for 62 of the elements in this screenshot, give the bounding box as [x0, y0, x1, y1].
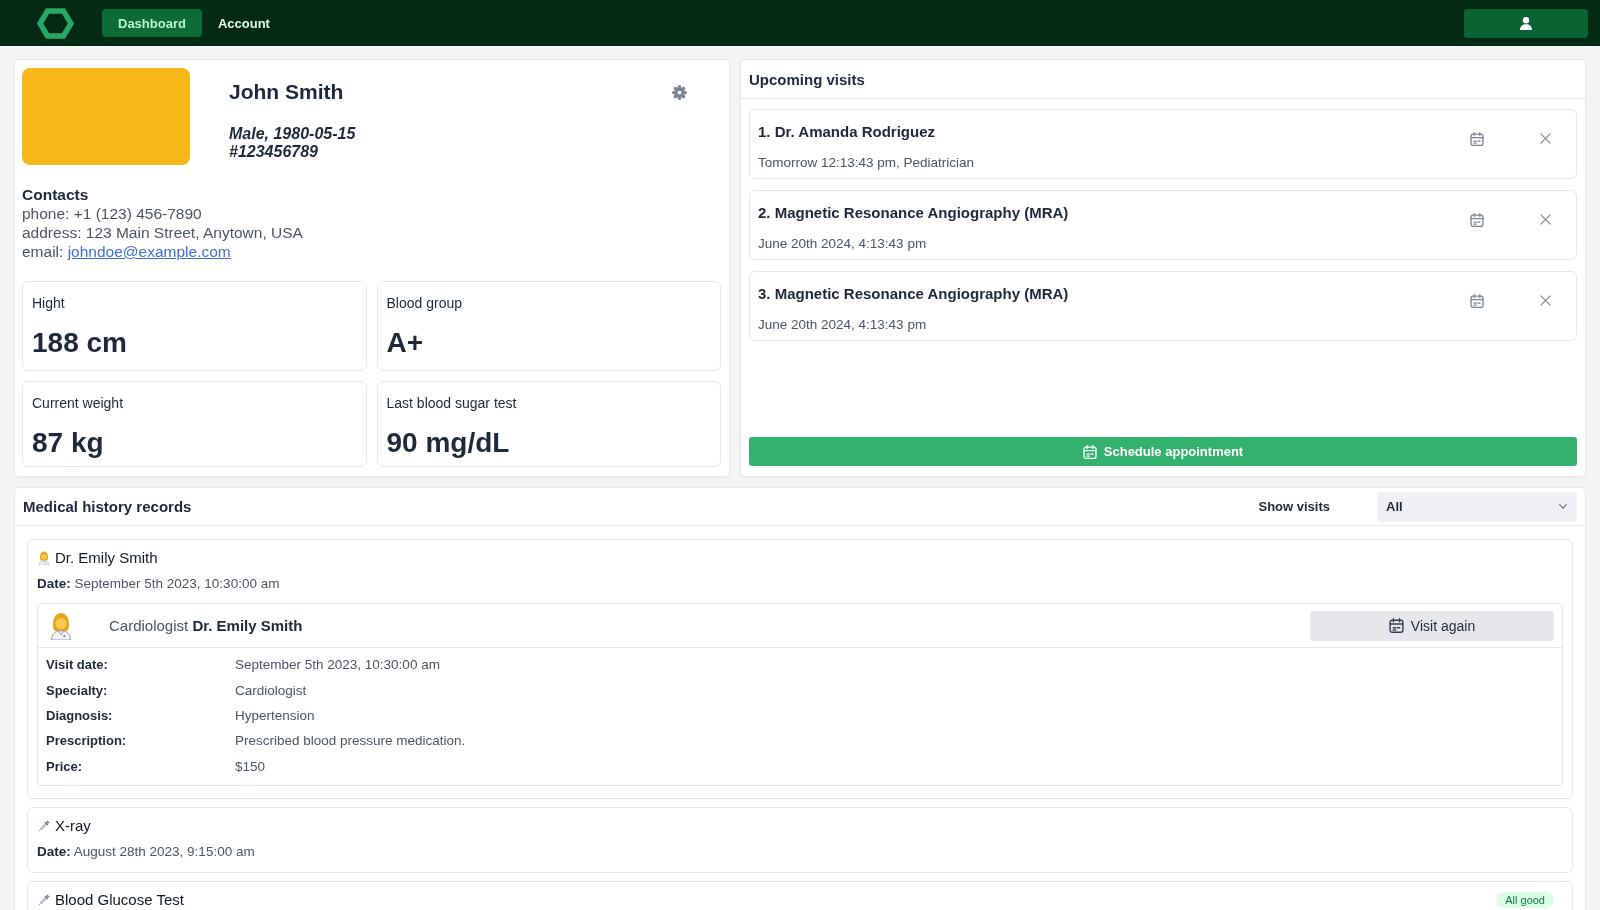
- calendar-icon[interactable]: [1470, 212, 1484, 227]
- syringe-icon: [38, 893, 50, 906]
- record-title: X-ray: [55, 815, 91, 836]
- contact-line: phone: +1 (123) 456-7890: [22, 204, 203, 223]
- calendar-icon[interactable]: [1470, 131, 1484, 146]
- detail-label: Diagnosis:: [46, 707, 114, 723]
- detail-label: Visit date:: [46, 657, 109, 673]
- panel-title: Upcoming visits: [749, 70, 865, 88]
- appointment-title: 1. Dr. Amanda Rodriguez: [758, 122, 936, 142]
- detail-label: Specialty:: [46, 682, 109, 698]
- record-title: Dr. Emily Smith: [55, 548, 158, 568]
- contacts-heading: Contacts: [22, 185, 90, 204]
- appointment-time: Tomorrow 12:13:43 pm, Pediatrician: [758, 155, 976, 171]
- contact-line: address: 123 Main Street, Anytown, USA: [22, 223, 304, 242]
- appointment-time: June 20th 2024, 4:13:43 pm: [758, 236, 928, 252]
- status-badge: All good: [1496, 891, 1554, 908]
- stat-label: Blood group: [386, 295, 463, 311]
- patient-detail: Male, 1980-05-15: [229, 125, 357, 143]
- detail-value: Cardiologist: [235, 682, 308, 698]
- patient-detail: #123456789: [229, 143, 319, 161]
- close-icon[interactable]: [1540, 295, 1551, 306]
- stat-label: Last blood sugar test: [386, 395, 518, 411]
- appointment-title: 2. Magnetic Resonance Angiography (MRA): [758, 203, 1070, 223]
- chevron-down-icon[interactable]: [1559, 504, 1567, 509]
- settings-icon[interactable]: [672, 85, 687, 100]
- stat-value: 87 kg: [32, 427, 105, 459]
- stat-label: Hight: [32, 295, 66, 311]
- person-icon: [49, 611, 73, 640]
- patient-name: John Smith: [229, 80, 345, 104]
- detail-label: Price:: [46, 758, 84, 774]
- stat-value: A+: [386, 327, 425, 359]
- contact-line: email: johndoe@example.com: [22, 242, 232, 261]
- email-link[interactable]: johndoe@example.com: [67, 243, 231, 260]
- user-menu-button[interactable]: [1464, 8, 1588, 38]
- detail-value: September 5th 2023, 10:30:00 am: [235, 657, 441, 673]
- filter-label: Show visits: [1258, 499, 1330, 514]
- visits-filter-select[interactable]: All: [1377, 491, 1577, 522]
- appointment-title: 3. Magnetic Resonance Angiography (MRA): [758, 284, 1070, 304]
- close-icon[interactable]: [1540, 133, 1551, 144]
- detail-label: Prescription:: [46, 733, 128, 749]
- record-date: Date: September 5th 2023, 10:30:00 am: [37, 576, 281, 592]
- nav-tab[interactable]: Dashboard: [102, 9, 202, 37]
- nav-tab[interactable]: Account: [201, 9, 286, 37]
- detail-value: $150: [235, 758, 267, 774]
- visit-heading: Cardiologist Dr. Emily Smith: [109, 615, 303, 636]
- calendar-icon[interactable]: [1470, 293, 1484, 308]
- person-icon: [38, 551, 50, 565]
- close-icon[interactable]: [1540, 214, 1551, 225]
- calendar-icon[interactable]: [1388, 618, 1404, 633]
- hexagon-logo[interactable]: [37, 7, 74, 39]
- record-date: Date: August 28th 2023, 9:15:00 am: [37, 843, 256, 860]
- visit-again-button[interactable]: Visit again: [1310, 610, 1554, 641]
- appointment-time: June 20th 2024, 4:13:43 pm: [758, 317, 928, 333]
- panel-title: Medical history records: [23, 498, 193, 515]
- user-icon[interactable]: [1520, 16, 1532, 30]
- stat-value: 90 mg/dL: [386, 427, 511, 459]
- stat-value: 188 cm: [32, 327, 128, 359]
- syringe-icon: [38, 819, 50, 832]
- record-title: Blood Glucose Test: [55, 889, 184, 910]
- detail-value: Hypertension: [235, 707, 316, 723]
- detail-value: Prescribed blood pressure medication.: [235, 733, 467, 749]
- stat-label: Current weight: [32, 395, 125, 411]
